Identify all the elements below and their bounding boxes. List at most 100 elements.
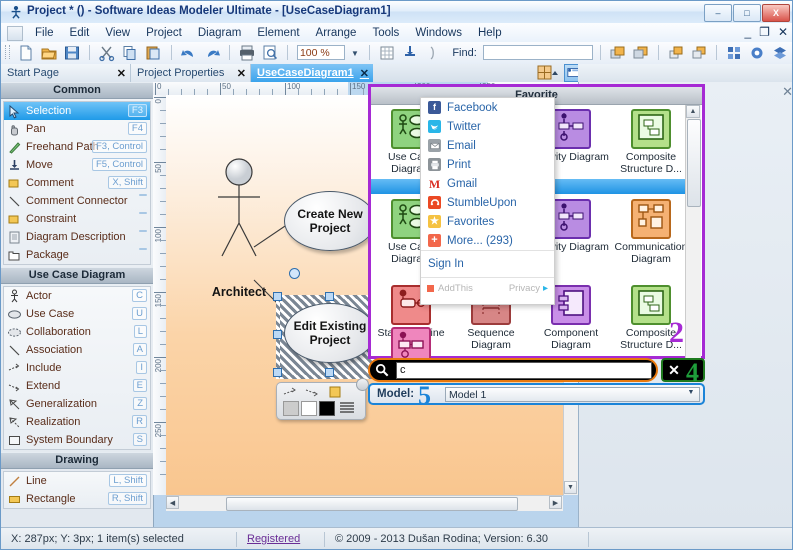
zoom-level-input[interactable]: 100 % <box>296 45 345 60</box>
resize-handle-sw[interactable] <box>273 368 282 377</box>
new-document-icon[interactable] <box>17 44 35 62</box>
palette-item-comment-connector[interactable]: Comment Connector <box>4 192 150 210</box>
scroll-thumb[interactable] <box>687 119 701 207</box>
copy-icon[interactable] <box>121 44 139 62</box>
paste-icon[interactable] <box>144 44 162 62</box>
color-palette-icon[interactable] <box>537 65 561 81</box>
palette-item-collaboration[interactable]: Collaboration L <box>4 323 150 341</box>
canvas-horizontal-scrollbar[interactable]: ◀ ▶ <box>166 495 563 511</box>
resize-handle-s[interactable] <box>325 368 334 377</box>
layers-icon[interactable] <box>771 44 789 62</box>
menu-item-arrange[interactable]: Arrange <box>308 25 365 41</box>
menu-item-project[interactable]: Project <box>138 25 190 41</box>
scroll-right-icon[interactable]: ▶ <box>549 496 562 509</box>
addthis-item-stumbleupon[interactable]: StumbleUpon <box>421 193 554 212</box>
send-to-back-icon[interactable] <box>632 44 650 62</box>
redo-icon[interactable] <box>203 44 221 62</box>
use-case-create-new-project[interactable]: Create New Project <box>284 191 376 251</box>
scroll-up-icon[interactable]: ▲ <box>686 105 700 118</box>
favorite-item-interaction-overview-diagram[interactable]: Interaction Overview... <box>371 327 451 359</box>
palette-item-actor[interactable]: Actor C <box>4 287 150 305</box>
open-folder-icon[interactable] <box>40 44 58 62</box>
search-field-wrapper[interactable]: c <box>368 358 658 382</box>
snap-icon[interactable] <box>401 44 419 62</box>
rotate-handle[interactable] <box>289 268 300 279</box>
addthis-item-print[interactable]: Print <box>421 155 554 174</box>
guide-icon[interactable] <box>424 44 442 62</box>
favorite-item-communication-diagram[interactable]: Communication Diagram <box>611 199 691 265</box>
save-disk-icon[interactable] <box>63 44 81 62</box>
resize-handle-nw[interactable] <box>273 292 282 301</box>
menu-item-tools[interactable]: Tools <box>364 25 407 41</box>
layout-grid-icon[interactable] <box>725 44 743 62</box>
send-backward-icon[interactable] <box>690 44 708 62</box>
element-quick-toolbar[interactable] <box>276 378 369 420</box>
black-fill-swatch[interactable] <box>319 401 335 416</box>
menu-item-view[interactable]: View <box>97 25 138 41</box>
print-preview-icon[interactable] <box>261 44 279 62</box>
addthis-item-twitter[interactable]: Twitter <box>421 117 554 136</box>
no-fill-swatch[interactable] <box>283 401 299 416</box>
scroll-down-icon[interactable]: ▼ <box>564 481 577 494</box>
chevron-down-icon[interactable]: ▼ <box>348 45 362 62</box>
tab-project-properties[interactable]: Project Properties ✕ <box>131 64 251 82</box>
favorite-item-composite-structure-diagram[interactable]: Composite Structure D... <box>611 109 691 175</box>
registered-copy-link[interactable]: Registered Copy. <box>241 532 325 549</box>
menu-item-windows[interactable]: Windows <box>407 25 470 41</box>
addthis-item-facebook[interactable]: f Facebook <box>421 98 554 117</box>
palette-item-rectangle[interactable]: Rectangle R, Shift <box>4 490 150 508</box>
info-icon[interactable]: ▸ <box>543 283 548 294</box>
toolbar-grip[interactable] <box>5 45 10 59</box>
palette-item-realization[interactable]: Realization R <box>4 413 150 431</box>
tab-close-icon[interactable]: ✕ <box>360 67 369 80</box>
print-icon[interactable] <box>238 44 256 62</box>
panel-close-icon[interactable]: ✕ <box>782 84 792 100</box>
mdi-minimize-button[interactable]: _ <box>744 25 751 39</box>
scroll-thumb[interactable] <box>226 497 518 511</box>
menu-item-element[interactable]: Element <box>249 25 307 41</box>
addthis-sign-in[interactable]: Sign In <box>421 250 554 277</box>
find-input[interactable] <box>482 45 593 60</box>
palette-item-system-boundary[interactable]: System Boundary S <box>4 431 150 449</box>
bring-to-front-icon[interactable] <box>609 44 627 62</box>
search-input[interactable]: c <box>396 361 652 379</box>
cut-scissors-icon[interactable] <box>98 44 116 62</box>
grid-icon[interactable] <box>378 44 396 62</box>
scroll-left-icon[interactable]: ◀ <box>166 496 179 509</box>
palette-item-pan[interactable]: Pan F4 <box>4 120 150 138</box>
tab-close-icon[interactable]: ✕ <box>117 67 126 80</box>
mdi-restore-button[interactable]: ❐ <box>759 25 770 39</box>
palette-item-move[interactable]: Move F5, Control <box>4 156 150 174</box>
chevron-down-icon[interactable]: ▼ <box>685 389 697 396</box>
palette-item-diagram-description[interactable]: Diagram Description <box>4 228 150 246</box>
palette-item-extend[interactable]: Extend E <box>4 377 150 395</box>
resize-handle-w[interactable] <box>273 330 282 339</box>
minimize-button[interactable]: – <box>704 4 732 22</box>
model-combo[interactable]: Model 1 ▼ <box>445 387 700 402</box>
palette-item-generalization[interactable]: Generalization Z <box>4 395 150 413</box>
maximize-button[interactable]: □ <box>733 4 761 22</box>
addthis-item-email[interactable]: Email <box>421 136 554 155</box>
use-case-edit-existing-project[interactable]: Edit Existing Project <box>284 303 376 363</box>
white-fill-swatch[interactable] <box>301 401 317 416</box>
palette-item-freehand-path[interactable]: Freehand Path F3, Control <box>4 138 150 156</box>
extend-icon[interactable] <box>305 386 321 398</box>
menu-item-help[interactable]: Help <box>470 25 510 41</box>
menu-item-edit[interactable]: Edit <box>62 25 98 41</box>
palette-item-constraint[interactable]: Constraint <box>4 210 150 228</box>
addthis-privacy-link[interactable]: Privacy <box>509 283 540 294</box>
close-button[interactable]: X <box>762 4 790 22</box>
menu-item-diagram[interactable]: Diagram <box>190 25 249 41</box>
tab-start-page[interactable]: Start Page ✕ <box>1 64 131 82</box>
resize-handle-n[interactable] <box>325 292 334 301</box>
addthis-item-favorites[interactable]: ★ Favorites <box>421 212 554 231</box>
palette-item-use-case[interactable]: Use Case U <box>4 305 150 323</box>
search-clear-button[interactable]: ✕ 4 <box>661 358 705 387</box>
palette-item-line[interactable]: Line L, Shift <box>4 472 150 490</box>
tab-usecasediagram1[interactable]: UseCaseDiagram1 ✕ <box>251 64 373 82</box>
addthis-item-gmail[interactable]: M Gmail <box>421 174 554 193</box>
note-icon[interactable] <box>329 385 345 399</box>
palette-item-include[interactable]: Include I <box>4 359 150 377</box>
palette-item-package[interactable]: Package <box>4 246 150 264</box>
favorite-scrollbar[interactable]: ▲ <box>685 105 701 359</box>
